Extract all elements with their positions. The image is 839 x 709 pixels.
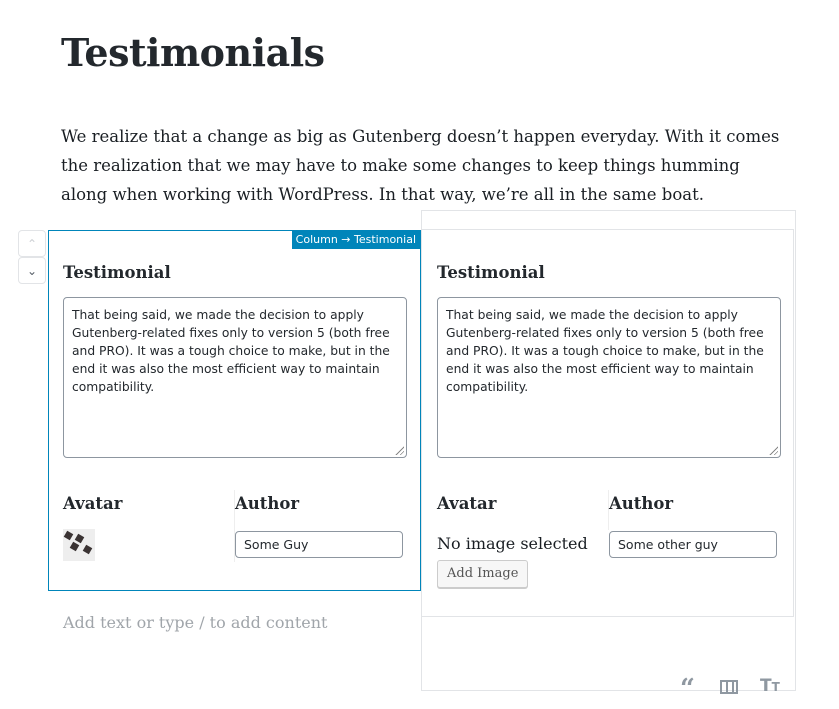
quote-icon[interactable]: “ [680,674,695,704]
add-image-button[interactable]: Add Image [437,560,529,588]
author-input[interactable]: Some Guy [235,531,403,558]
testimonial-text: That being said, we made the decision to… [72,308,390,394]
move-up-button[interactable]: ⌃ [18,230,46,257]
resize-handle-icon[interactable] [768,445,778,455]
avatar-label: Avatar [63,494,123,513]
testimonial-textarea[interactable]: That being said, we made the decision to… [63,297,407,458]
chevron-up-icon: ⌃ [26,236,38,251]
default-block-appender[interactable]: Add text or type / to add content [63,613,327,632]
move-down-button[interactable]: ⌄ [18,257,46,284]
testimonial-heading: Testimonial [63,263,171,282]
intro-paragraph[interactable]: We realize that a change as big as Guten… [61,122,781,209]
page-title[interactable]: Testimonials [61,30,325,75]
heading-icon[interactable]: TT [760,676,780,696]
chevron-down-icon: ⌄ [26,263,38,278]
columns-icon[interactable] [720,680,738,694]
author-label: Author [235,494,300,513]
block-breadcrumb[interactable]: Column → Testimonial [291,231,420,249]
no-image-text: No image selected [437,534,588,553]
testimonial-text: That being said, we made the decision to… [446,308,764,394]
avatar-label: Avatar [437,494,497,513]
author-label: Author [609,494,674,513]
resize-handle-icon[interactable] [394,445,404,455]
author-input[interactable]: Some other guy [609,531,777,558]
testimonial-heading: Testimonial [437,263,545,282]
avatar-image[interactable] [63,529,95,561]
testimonial-textarea[interactable]: That being said, we made the decision to… [437,297,781,458]
